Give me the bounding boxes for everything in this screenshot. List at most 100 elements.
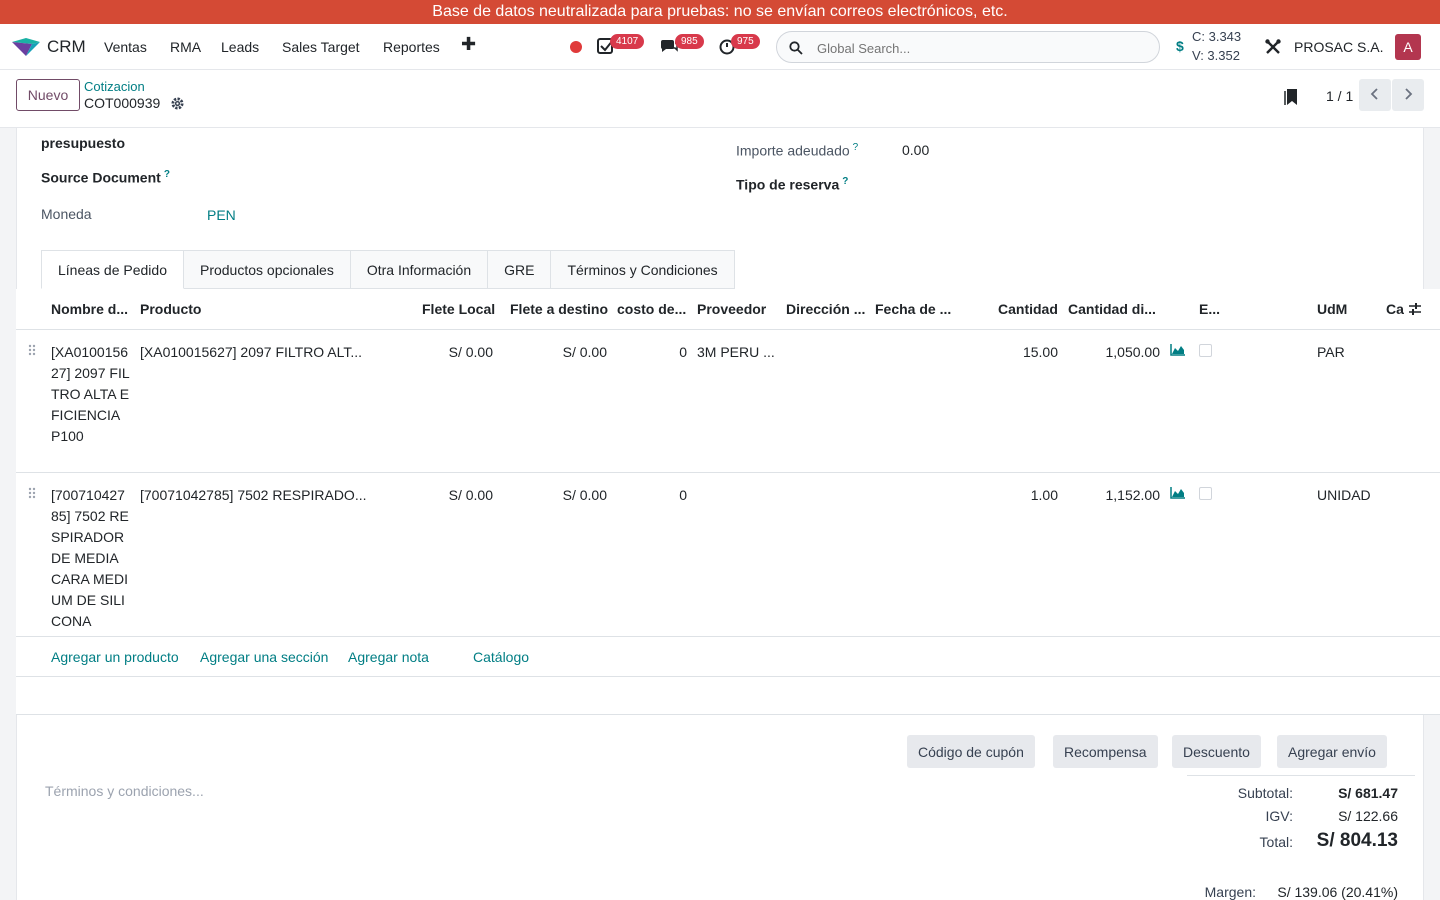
- presupuesto-label: presupuesto: [41, 135, 126, 151]
- divider: [16, 714, 1440, 715]
- tab-terms[interactable]: Términos y Condiciones: [551, 250, 735, 289]
- tab-order-lines[interactable]: Líneas de Pedido: [41, 250, 184, 289]
- pager-next-button[interactable]: [1392, 79, 1424, 111]
- line-freight-destination[interactable]: S/ 0.00: [516, 485, 607, 506]
- coupon-code-button[interactable]: Código de cupón: [907, 735, 1035, 768]
- line-checkbox[interactable]: [1199, 487, 1212, 500]
- table-header: Nombre d... Producto Flete Local Flete a…: [16, 289, 1440, 330]
- app-name[interactable]: CRM: [47, 37, 86, 57]
- col-freight-destination[interactable]: Flete a destino: [510, 301, 608, 317]
- timer-badge: 975: [731, 34, 760, 49]
- optional-columns-icon[interactable]: [1408, 302, 1422, 316]
- activity-badge: 4107: [610, 34, 645, 49]
- line-uom[interactable]: UNIDAD: [1317, 485, 1371, 506]
- line-available-qty: 1,152.00: [1105, 487, 1161, 503]
- col-available-qty[interactable]: Cantidad di...: [1068, 301, 1156, 317]
- col-address[interactable]: Dirección ...: [786, 301, 865, 317]
- add-section-link[interactable]: Agregar una sección: [200, 649, 328, 665]
- margin-value: S/ 139.06 (20.41%): [1277, 884, 1398, 900]
- menu-leads[interactable]: Leads: [221, 39, 259, 55]
- line-product[interactable]: [XA010015627] 2097 FILTRO ALT...: [140, 342, 362, 363]
- top-navbar: CRM Ventas RMA Leads Sales Target Report…: [0, 24, 1440, 70]
- col-freight-local[interactable]: Flete Local: [422, 301, 495, 317]
- col-description[interactable]: Nombre d...: [51, 301, 131, 317]
- bookmark-icon[interactable]: [1284, 88, 1298, 106]
- help-tooltip-icon[interactable]: ?: [164, 169, 170, 180]
- area-chart-icon[interactable]: [1170, 344, 1185, 356]
- line-cost[interactable]: 0: [617, 485, 687, 506]
- catalog-link[interactable]: Catálogo: [473, 649, 529, 665]
- line-freight-destination[interactable]: S/ 0.00: [516, 342, 607, 363]
- pager-previous-button[interactable]: [1359, 79, 1391, 111]
- table-row[interactable]: [70071042785] 7502 RESPIRADOR DE MEDIA C…: [16, 473, 1440, 637]
- line-freight-local[interactable]: S/ 0.00: [416, 342, 493, 363]
- add-shipping-button[interactable]: Agregar envío: [1277, 735, 1387, 768]
- reward-button[interactable]: Recompensa: [1053, 735, 1158, 768]
- company-switcher[interactable]: PROSAC S.A.: [1294, 39, 1383, 55]
- line-uom[interactable]: PAR: [1317, 342, 1345, 363]
- col-uom[interactable]: UdM: [1317, 301, 1347, 317]
- line-quantity[interactable]: 15.00: [976, 342, 1058, 363]
- pager-value[interactable]: 1 / 1: [1326, 88, 1353, 104]
- col-ca[interactable]: Ca: [1386, 301, 1408, 317]
- tab-gre[interactable]: GRE: [488, 250, 552, 289]
- record-name: COT000939: [84, 95, 161, 111]
- global-search[interactable]: [776, 31, 1160, 63]
- discount-button[interactable]: Descuento: [1172, 735, 1261, 768]
- neutralized-db-banner: Base de datos neutralizada para pruebas:…: [0, 0, 1440, 24]
- col-vendor[interactable]: Proveedor: [697, 301, 766, 317]
- tab-optional-products[interactable]: Productos opcionales: [183, 250, 351, 289]
- breadcrumb[interactable]: Cotizacion: [84, 79, 145, 94]
- user-avatar[interactable]: A: [1395, 34, 1421, 60]
- line-cost[interactable]: 0: [617, 342, 687, 363]
- total-value: S/ 804.13: [1316, 830, 1398, 851]
- menu-rma[interactable]: RMA: [170, 39, 201, 55]
- igv-label: IGV:: [1265, 808, 1294, 824]
- drag-handle-icon[interactable]: [28, 344, 36, 356]
- app-logo-icon[interactable]: [12, 38, 40, 56]
- line-product[interactable]: [70071042785] 7502 RESPIRADO...: [140, 485, 366, 506]
- menu-sales-target[interactable]: Sales Target: [282, 39, 360, 55]
- line-checkbox[interactable]: [1199, 344, 1212, 357]
- add-note-link[interactable]: Agregar nota: [348, 649, 429, 665]
- recording-dot-icon[interactable]: [570, 41, 582, 53]
- line-description[interactable]: [70071042785] 7502 RESPIRADOR DE MEDIA C…: [51, 485, 131, 632]
- tab-other-info[interactable]: Otra Información: [350, 250, 489, 289]
- order-lines-table: Nombre d... Producto Flete Local Flete a…: [16, 289, 1440, 715]
- divider: [1187, 775, 1415, 776]
- line-available-qty: 1,050.00: [1105, 344, 1161, 360]
- add-product-link[interactable]: Agregar un producto: [51, 649, 179, 665]
- exchange-rate-buy: C: 3.343: [1192, 29, 1242, 44]
- new-button[interactable]: Nuevo: [16, 79, 80, 111]
- add-line-row: Agregar un producto Agregar una sección …: [16, 637, 1440, 677]
- area-chart-icon[interactable]: [1170, 487, 1185, 499]
- igv-value: S/ 122.66: [1338, 808, 1398, 824]
- col-e[interactable]: E...: [1199, 301, 1220, 317]
- col-product[interactable]: Producto: [140, 301, 201, 317]
- table-row[interactable]: [XA010015627] 2097 FILTRO ALTA EFICIENCI…: [16, 330, 1440, 473]
- source-document-label: Source Document?: [41, 169, 170, 186]
- exchange-rate-sell: V: 3.352: [1192, 48, 1240, 63]
- currency-field[interactable]: PEN: [207, 207, 236, 223]
- help-tooltip-icon[interactable]: ?: [853, 142, 859, 153]
- col-date[interactable]: Fecha de ...: [875, 301, 951, 317]
- line-quantity[interactable]: 1.00: [976, 485, 1058, 506]
- tools-icon[interactable]: [1264, 38, 1282, 56]
- gear-icon[interactable]: [171, 97, 184, 110]
- chevron-right-icon: [1405, 87, 1413, 100]
- menu-ventas[interactable]: Ventas: [104, 39, 147, 55]
- global-search-input[interactable]: [817, 38, 1147, 58]
- messages-badge: 985: [675, 34, 704, 49]
- quick-create-plus-icon[interactable]: ✚: [461, 34, 476, 55]
- col-cost[interactable]: costo de...: [617, 301, 686, 317]
- help-tooltip-icon[interactable]: ?: [842, 176, 848, 187]
- line-vendor[interactable]: 3M PERU ...: [697, 342, 775, 363]
- terms-and-conditions-field[interactable]: Términos y condiciones...: [45, 783, 204, 799]
- col-quantity[interactable]: Cantidad: [998, 301, 1058, 317]
- menu-reportes[interactable]: Reportes: [383, 39, 440, 55]
- line-freight-local[interactable]: S/ 0.00: [416, 485, 493, 506]
- drag-handle-icon[interactable]: [28, 487, 36, 499]
- reservation-type-label: Tipo de reserva?: [736, 176, 849, 193]
- currency-symbol: $: [1176, 38, 1184, 54]
- line-description[interactable]: [XA010015627] 2097 FILTRO ALTA EFICIENCI…: [51, 342, 131, 447]
